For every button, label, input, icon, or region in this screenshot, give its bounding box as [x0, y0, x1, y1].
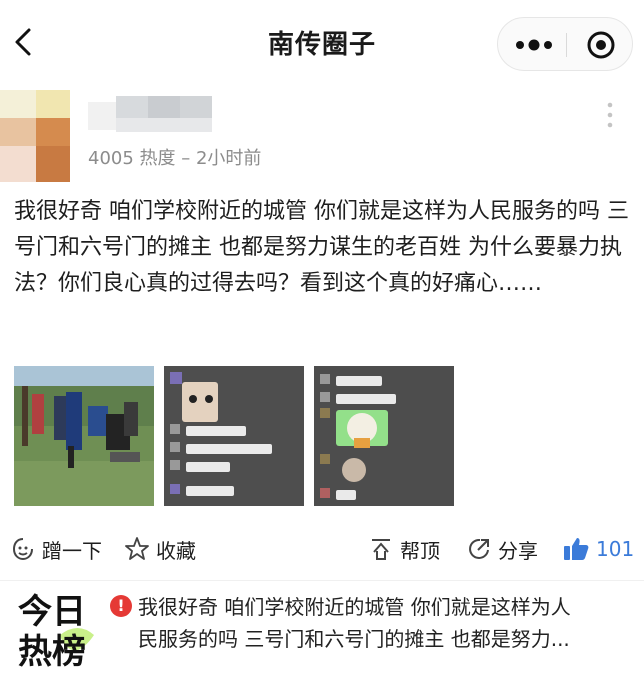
- mini-program-capsule: [497, 17, 633, 71]
- vertical-more-icon[interactable]: [605, 102, 615, 128]
- hot-excerpt-line2: 民服务的吗 三号门和六号门的摊主 也都是努力...: [138, 627, 570, 651]
- pin-label: 帮顶: [400, 538, 440, 563]
- hot-list-excerpt: 我很好奇 咱们学校附近的城管 你们就是这样为人 民服务的吗 三号门和六号门的摊主…: [138, 591, 628, 655]
- post-content: 我很好奇 咱们学校附近的城管 你们就是这样为人民服务的吗 三号门和六号门的摊主 …: [14, 199, 629, 296]
- post-image-3[interactable]: [314, 366, 454, 506]
- capsule-divider: [566, 33, 567, 57]
- pin-button[interactable]: 帮顶: [368, 532, 440, 566]
- post-image-1[interactable]: [14, 366, 154, 506]
- avatar[interactable]: [0, 90, 70, 182]
- top-nav-bar: 南传圈子: [0, 0, 644, 88]
- target-circle-icon[interactable]: [586, 30, 616, 60]
- alert-icon: !: [110, 595, 132, 617]
- favorite-button[interactable]: 收藏: [124, 532, 196, 566]
- star-icon: [125, 537, 149, 560]
- nudge-icon: [12, 538, 33, 561]
- post-image-2[interactable]: [164, 366, 304, 506]
- share-label: 分享: [498, 538, 538, 563]
- hot-logo-line2: 热榜: [18, 632, 86, 672]
- like-count: 101: [596, 537, 635, 561]
- share-button[interactable]: 分享: [466, 532, 538, 566]
- more-dots-icon[interactable]: [512, 32, 556, 58]
- share-icon: [469, 538, 489, 559]
- hot-logo-line1: 今日: [18, 592, 86, 632]
- favorite-label: 收藏: [156, 538, 196, 563]
- like-button[interactable]: 101: [562, 532, 634, 566]
- arrow-up-icon: [372, 539, 390, 560]
- nudge-button[interactable]: 蹭一下: [10, 532, 102, 566]
- nudge-label: 蹭一下: [42, 538, 102, 563]
- hot-list-banner[interactable]: 今日 热榜 ! 我很好奇 咱们学校附近的城管 你们就是这样为人 民服务的吗 三号…: [0, 580, 644, 683]
- blurred-username: [88, 96, 238, 136]
- post-meta: 4005 热度 – 2小时前: [88, 148, 262, 169]
- hot-excerpt-line1: 我很好奇 咱们学校附近的城管 你们就是这样为人: [138, 595, 571, 619]
- thumbs-up-icon: [564, 538, 589, 560]
- hot-list-logo: 今日 热榜: [16, 591, 96, 673]
